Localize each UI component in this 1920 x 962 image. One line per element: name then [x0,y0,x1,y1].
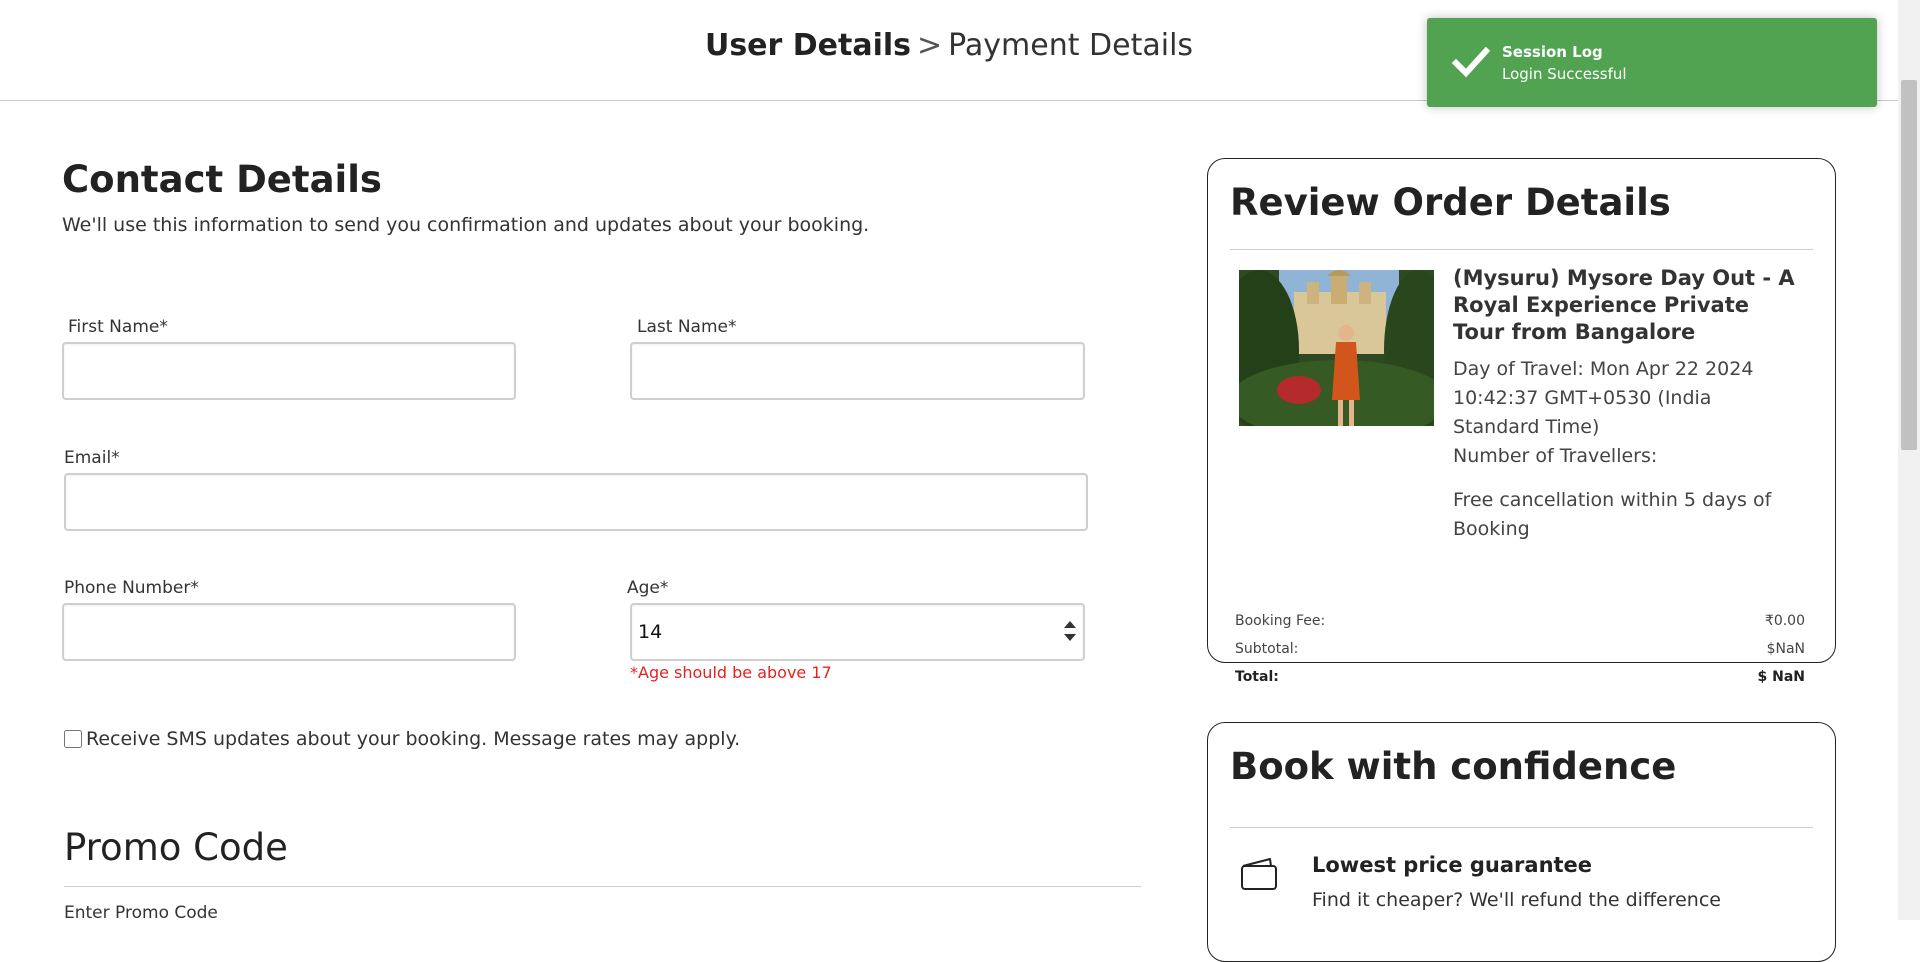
review-order-card: Review Order Details (Mysuru) Mysore Day… [1207,158,1836,663]
last-name-label: Last Name* [637,317,737,337]
lowest-price-guarantee-title: Lowest price guarantee [1312,853,1593,877]
toast-notification[interactable]: Session Log Login Successful [1427,18,1877,107]
review-order-title: Review Order Details [1230,181,1671,224]
sms-updates-label: Receive SMS updates about your booking. … [86,728,741,750]
wallet-icon [1241,858,1277,890]
age-error-message: *Age should be above 17 [630,663,832,682]
age-stepper[interactable] [1060,616,1080,646]
check-icon [1451,46,1491,78]
last-name-input[interactable] [630,342,1085,400]
review-divider [1230,249,1813,250]
age-label: Age* [627,578,669,598]
lowest-price-guarantee-desc: Find it cheaper? We'll refund the differ… [1312,889,1721,911]
booking-fee-row: Booking Fee: ₹0.00 [1235,613,1805,629]
email-label: Email* [64,448,120,468]
day-of-travel: Day of Travel: Mon Apr 22 2024 10:42:37 … [1453,358,1754,438]
breadcrumb-user-details[interactable]: User Details [705,28,911,63]
breadcrumb-payment-details[interactable]: Payment Details [948,28,1193,63]
email-input[interactable] [64,473,1088,531]
toast-message: Login Successful [1502,65,1627,83]
scrollbar-thumb[interactable] [1901,80,1917,450]
booking-fee-value: ₹0.00 [1764,613,1805,629]
toast-title: Session Log [1502,43,1603,61]
subtotal-value: $NaN [1766,641,1805,657]
tour-photo [1239,270,1434,426]
subtotal-row: Subtotal: $NaN [1235,641,1805,657]
sms-updates-option[interactable]: Receive SMS updates about your booking. … [64,728,740,750]
contact-details-subtitle: We'll use this information to send you c… [62,214,870,236]
phone-number-input[interactable] [62,603,516,661]
contact-details-title: Contact Details [62,158,382,201]
total-row: Total: $ NaN [1235,669,1805,685]
booking-fee-label: Booking Fee: [1235,613,1326,629]
breadcrumb-separator: > [917,28,943,63]
first-name-input[interactable] [62,342,516,400]
tour-title[interactable]: (Mysuru) Mysore Day Out - A Royal Experi… [1453,265,1803,346]
confidence-title: Book with confidence [1230,745,1677,788]
promo-divider [64,886,1141,887]
book-with-confidence-card: Book with confidence Lowest price guaran… [1207,722,1836,962]
promo-code-title: Promo Code [64,826,288,869]
subtotal-label: Subtotal: [1235,641,1299,657]
age-input[interactable] [630,603,1085,661]
sms-updates-checkbox[interactable] [64,730,82,748]
number-of-travellers: Number of Travellers: [1453,445,1658,467]
total-label: Total: [1235,669,1279,685]
cancellation-policy: Free cancellation within 5 days of Booki… [1453,489,1772,540]
total-value: $ NaN [1757,669,1806,685]
phone-number-label: Phone Number* [64,578,199,598]
promo-code-label: Enter Promo Code [64,903,218,923]
confidence-divider [1230,827,1813,828]
first-name-label: First Name* [68,317,168,337]
